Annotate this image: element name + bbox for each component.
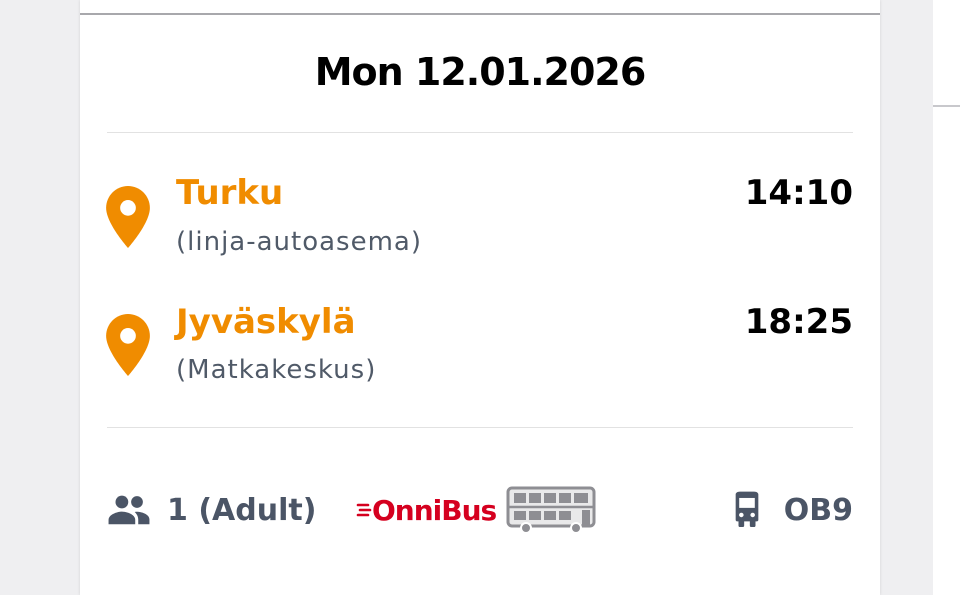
double-decker-bus-icon [506, 486, 596, 534]
divider [107, 427, 853, 428]
route-info: OB9 [730, 484, 853, 536]
operator-name: OnniBus [372, 493, 497, 527]
arrival-station: (Matkakeskus) [176, 355, 377, 385]
passenger-info: 1 (Adult) [107, 484, 316, 536]
adjacent-panel [933, 0, 960, 595]
passenger-count: 1 (Adult) [167, 492, 317, 528]
location-pin-icon [106, 186, 150, 248]
speed-lines-icon [356, 503, 372, 517]
departure-city: Turku [176, 173, 284, 213]
divider [107, 132, 853, 133]
operator-logo: OnniBus [356, 484, 598, 536]
card-top-divider [80, 13, 880, 15]
trip-date: Mon 12.01.2026 [314, 50, 647, 94]
departure-station: (linja-autoasema) [176, 227, 422, 257]
adjacent-panel-divider [933, 105, 960, 107]
bus-icon [735, 491, 759, 527]
departure-time: 14:10 [744, 173, 853, 213]
people-icon [108, 495, 150, 525]
location-pin-icon [106, 314, 150, 376]
arrival-city: Jyväskylä [176, 302, 356, 342]
trip-card: Mon 12.01.2026 Turku (linja-autoasema) 1… [80, 0, 880, 595]
route-number: OB9 [783, 492, 853, 528]
arrival-time: 18:25 [744, 302, 853, 342]
